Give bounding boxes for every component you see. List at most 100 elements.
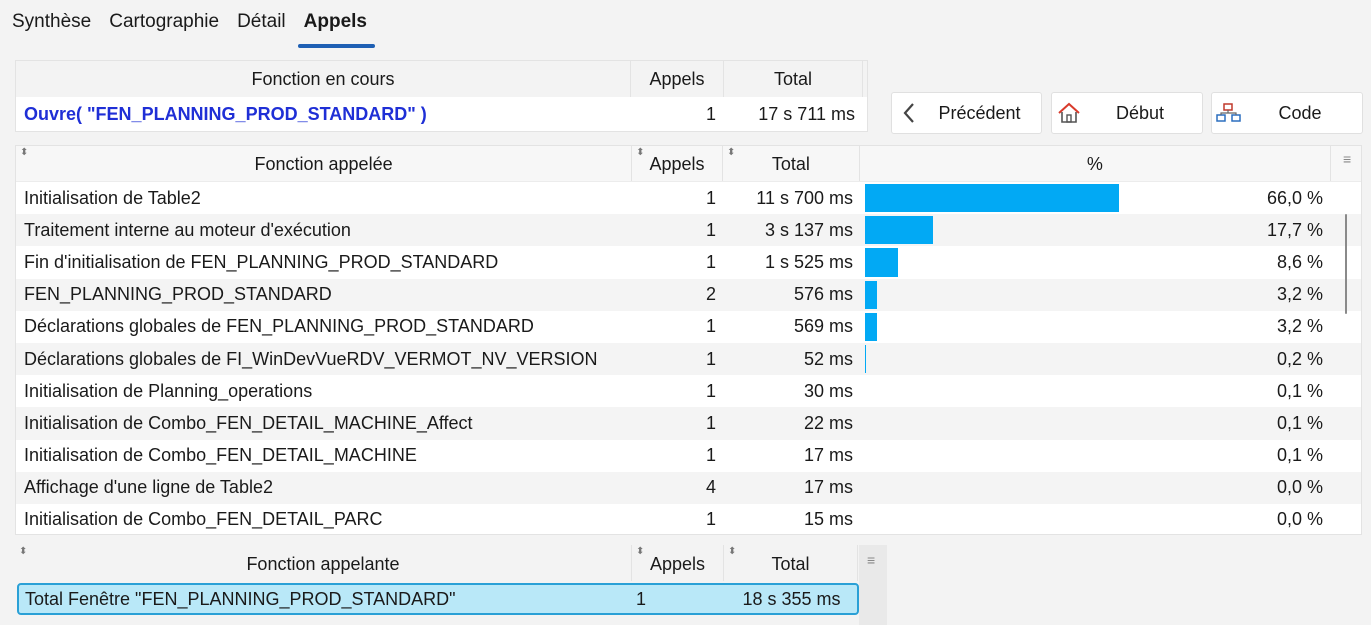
caller-name-header[interactable]: ⬍ Fonction appelante [15, 545, 632, 581]
caller-name: Total Fenêtre "FEN_PLANNING_PROD_STANDAR… [25, 588, 456, 609]
called-functions-table: ⬍ Fonction appelée ⬍ Appels ⬍ Total % ≡ … [15, 145, 1362, 535]
tab-cartographie[interactable]: Cartographie [109, 10, 227, 40]
called-function-name: Affichage d'une ligne de Table2 [24, 477, 273, 498]
called-function-name: Fin d'initialisation de FEN_PLANNING_PRO… [24, 251, 499, 272]
tab-synthese[interactable]: Synthèse [12, 10, 99, 40]
called-function-total: 52 ms [803, 348, 853, 369]
called-function-name: Traitement interne au moteur d'exécution [24, 219, 351, 240]
called-function-total: 11 s 700 ms [756, 187, 853, 208]
called-function-name: Initialisation de Combo_FEN_DETAIL_PARC [24, 509, 383, 530]
code-button[interactable]: Code [1211, 92, 1363, 134]
table-row[interactable]: Déclarations globales de FI_WinDevVueRDV… [16, 342, 1361, 376]
percent-cell: 0,0 % [861, 504, 1333, 534]
called-function-calls: 1 [705, 251, 716, 272]
current-function-calls: 1 [705, 103, 716, 124]
percent-label: 3,2 % [1276, 284, 1323, 305]
called-calls-header-label: Appels [649, 154, 705, 174]
called-function-calls: 4 [705, 477, 716, 498]
previous-button[interactable]: Précédent [891, 92, 1042, 134]
percent-label: 0,1 % [1276, 380, 1323, 401]
code-diagram-icon [1212, 103, 1246, 123]
current-function-table: Fonction en cours Appels Total Ouvre( "F… [15, 60, 868, 132]
called-function-name: Déclarations globales de FI_WinDevVueRDV… [24, 348, 598, 369]
sort-icon: ⬍ [636, 546, 645, 557]
sort-icon: ⬍ [728, 546, 737, 557]
called-function-name: Initialisation de Table2 [24, 187, 201, 208]
percent-bar [865, 184, 1119, 213]
table-row[interactable]: Déclarations globales de FEN_PLANNING_PR… [16, 311, 1361, 343]
table-row[interactable]: FEN_PLANNING_PROD_STANDARD 2 576 ms 3,2 % [16, 278, 1361, 311]
caller-calls-header[interactable]: ⬍ Appels [632, 545, 724, 581]
percent-label: 0,2 % [1276, 348, 1323, 369]
code-button-label: Code [1278, 102, 1322, 123]
caller-total: 18 s 355 ms [742, 588, 841, 609]
called-function-name: Initialisation de Planning_operations [24, 380, 313, 401]
called-function-total: 17 ms [803, 477, 853, 498]
percent-label: 66,0 % [1266, 187, 1323, 208]
home-icon [1052, 102, 1086, 124]
called-function-calls: 1 [705, 509, 716, 530]
called-function-calls: 1 [705, 316, 716, 337]
table-row[interactable]: Initialisation de Planning_operations 1 30… [16, 375, 1361, 407]
percent-bar [865, 248, 898, 277]
sort-icon: ⬍ [726, 147, 736, 158]
called-function-total: 15 ms [803, 509, 853, 530]
current-function-name: Ouvre( "FEN_PLANNING_PROD_STANDARD" ) [24, 103, 427, 124]
tab-appels[interactable]: Appels [297, 10, 376, 48]
called-calls-header[interactable]: ⬍ Appels [632, 146, 723, 181]
sort-icon: ⬍ [19, 546, 28, 557]
column-menu-button[interactable]: ≡ [1331, 146, 1361, 181]
called-percent-header[interactable]: % [860, 146, 1332, 181]
current-function-total: 17 s 711 ms [758, 103, 855, 124]
table-row[interactable]: Affichage d'une ligne de Table2 4 17 ms 0,0… [16, 471, 1361, 504]
called-function-total: 569 ms [793, 316, 853, 337]
vertical-scrollbar[interactable] [1345, 214, 1347, 314]
percent-cell: 0,0 % [861, 472, 1333, 504]
table-row[interactable]: Initialisation de Combo_FEN_DETAIL_MACHI… [16, 407, 1361, 440]
table-row[interactable]: Initialisation de Table2 1 11 s 700 ms 66,0… [16, 182, 1361, 214]
called-function-total: 17 ms [803, 445, 853, 466]
previous-button-label: Précédent [938, 102, 1021, 123]
called-function-total: 30 ms [803, 380, 853, 401]
called-total-header[interactable]: ⬍ Total [723, 146, 860, 181]
table-row[interactable]: Traitement interne au moteur d'exécution… [16, 214, 1361, 247]
start-button[interactable]: Début [1051, 92, 1203, 134]
menu-lines-icon: ≡ [1342, 151, 1352, 167]
caller-name-header-label: Fonction appelante [246, 554, 400, 574]
caller-row-selected[interactable]: Total Fenêtre "FEN_PLANNING_PROD_STANDAR… [17, 583, 859, 615]
current-total-header[interactable]: Total [724, 61, 863, 97]
called-functions-rows: Initialisation de Table2 1 11 s 700 ms 66,0… [16, 182, 1361, 534]
called-function-calls: 1 [705, 380, 716, 401]
called-function-calls: 1 [705, 445, 716, 466]
called-total-header-label: Total [771, 154, 810, 174]
tab-detail[interactable]: Détail [237, 10, 294, 40]
table-row[interactable]: Initialisation de Combo_FEN_DETAIL_MACHI… [16, 440, 1361, 472]
menu-lines-icon: ≡ [867, 552, 876, 568]
percent-cell: 0,1 % [861, 375, 1333, 407]
percent-bar [865, 216, 933, 245]
percent-bar [865, 344, 866, 374]
called-function-total: 1 s 525 ms [764, 251, 853, 272]
caller-total-header[interactable]: ⬍ Total [724, 545, 858, 581]
current-calls-header[interactable]: Appels [631, 61, 724, 97]
caller-column-menu-area[interactable]: ≡ [859, 545, 887, 625]
caller-calls-header-label: Appels [649, 554, 706, 574]
percent-cell: 8,6 % [861, 246, 1333, 278]
called-function-name: Initialisation de Combo_FEN_DETAIL_MACHI… [24, 412, 473, 433]
called-function-calls: 1 [705, 187, 716, 208]
called-function-total: 22 ms [803, 412, 853, 433]
called-name-header-label: Fonction appelée [254, 154, 393, 174]
percent-bar [865, 312, 877, 341]
table-row[interactable]: Initialisation de Combo_FEN_DETAIL_PARC 1… [16, 504, 1361, 534]
sort-icon: ⬍ [20, 147, 29, 158]
sort-icon: ⬍ [636, 147, 645, 158]
percent-label: 17,7 % [1266, 219, 1323, 240]
current-function-row[interactable]: Ouvre( "FEN_PLANNING_PROD_STANDARD" ) 1 … [16, 97, 867, 131]
called-function-calls: 1 [705, 348, 716, 369]
caller-calls: 1 [636, 588, 647, 609]
percent-cell: 66,0 % [861, 182, 1333, 214]
called-function-total: 3 s 137 ms [764, 219, 853, 240]
table-row[interactable]: Fin d'initialisation de FEN_PLANNING_PRO… [16, 246, 1361, 278]
current-name-header[interactable]: Fonction en cours [16, 61, 631, 97]
called-name-header[interactable]: ⬍ Fonction appelée [16, 146, 633, 181]
